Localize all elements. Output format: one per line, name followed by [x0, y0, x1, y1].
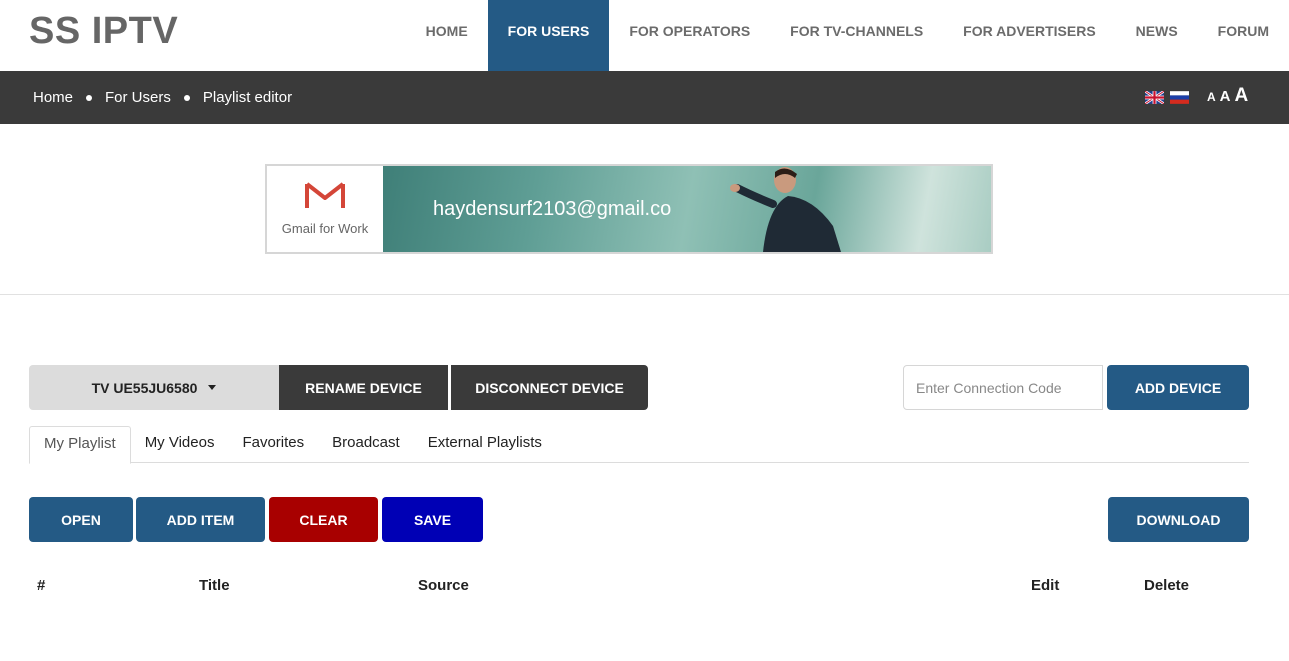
- breadcrumb: Home For Users Playlist editor: [33, 71, 292, 124]
- nav-home[interactable]: HOME: [406, 0, 488, 71]
- column-header-delete: Delete: [1144, 577, 1190, 594]
- tab-external-playlists[interactable]: External Playlists: [414, 426, 556, 463]
- save-button[interactable]: SAVE: [382, 497, 483, 542]
- surfer-illustration: [730, 167, 841, 252]
- site-header: SS IPTV HOME FOR USERS FOR OPERATORS FOR…: [0, 0, 1289, 71]
- rename-device-button[interactable]: RENAME DEVICE: [279, 365, 448, 410]
- tab-favorites[interactable]: Favorites: [228, 426, 318, 463]
- ad-email-text: haydensurf2103@gmail.co: [433, 198, 672, 220]
- nav-news[interactable]: NEWS: [1116, 0, 1198, 71]
- tab-my-videos[interactable]: My Videos: [131, 426, 229, 463]
- nav-for-operators[interactable]: FOR OPERATORS: [609, 0, 770, 71]
- tab-my-playlist[interactable]: My Playlist: [29, 426, 131, 464]
- ad-image: haydensurf2103@gmail.co: [383, 166, 991, 252]
- ad-banner[interactable]: Gmail for Work haydensurf2103@gmail.co: [265, 164, 993, 254]
- add-device-button[interactable]: ADD DEVICE: [1107, 365, 1249, 410]
- ad-brand-panel: Gmail for Work: [267, 166, 383, 252]
- breadcrumb-current: Playlist editor: [202, 89, 293, 106]
- download-button[interactable]: DOWNLOAD: [1108, 497, 1249, 542]
- russian-flag-icon[interactable]: [1170, 91, 1189, 104]
- breadcrumb-bar: Home For Users Playlist editor: [0, 71, 1289, 124]
- nav-for-tv-channels[interactable]: FOR TV-CHANNELS: [770, 0, 943, 71]
- column-header-source: Source: [418, 577, 469, 594]
- gmail-logo-icon: [305, 182, 345, 208]
- device-select-value: TV UE55JU6580: [91, 379, 198, 396]
- breadcrumb-home[interactable]: Home: [33, 89, 73, 106]
- font-size-medium-button[interactable]: A: [1220, 88, 1231, 105]
- nav-forum[interactable]: FORUM: [1198, 0, 1289, 71]
- section-divider: [0, 294, 1289, 295]
- font-size-controls: A A A: [1207, 85, 1248, 107]
- column-header-edit: Edit: [1031, 577, 1060, 594]
- disconnect-device-button[interactable]: DISCONNECT DEVICE: [451, 365, 648, 410]
- nav-for-users[interactable]: FOR USERS: [487, 0, 610, 71]
- add-item-button[interactable]: ADD ITEM: [136, 497, 265, 542]
- clear-button[interactable]: CLEAR: [269, 497, 378, 542]
- breadcrumb-separator: [183, 94, 190, 101]
- open-button[interactable]: OPEN: [29, 497, 133, 542]
- device-select[interactable]: TV UE55JU6580: [29, 365, 279, 410]
- font-size-small-button[interactable]: A: [1207, 90, 1216, 104]
- main-nav: HOME FOR USERS FOR OPERATORS FOR TV-CHAN…: [406, 0, 1289, 71]
- tab-broadcast[interactable]: Broadcast: [318, 426, 414, 463]
- playlist-tabs: My Playlist My Videos Favorites Broadcas…: [29, 426, 1249, 464]
- english-flag-icon[interactable]: [1145, 91, 1164, 104]
- font-size-large-button[interactable]: A: [1235, 85, 1249, 107]
- chevron-down-icon: [208, 385, 217, 390]
- column-header-number: #: [37, 577, 46, 594]
- nav-for-advertisers[interactable]: FOR ADVERTISERS: [943, 0, 1116, 71]
- site-logo[interactable]: SS IPTV: [29, 10, 178, 53]
- column-header-title: Title: [199, 577, 230, 594]
- breadcrumb-separator: [86, 94, 93, 101]
- language-switcher: [1145, 91, 1189, 104]
- breadcrumb-for-users[interactable]: For Users: [105, 89, 171, 106]
- connection-code-input[interactable]: [903, 365, 1103, 410]
- ad-brand-text: Gmail for Work: [281, 221, 369, 236]
